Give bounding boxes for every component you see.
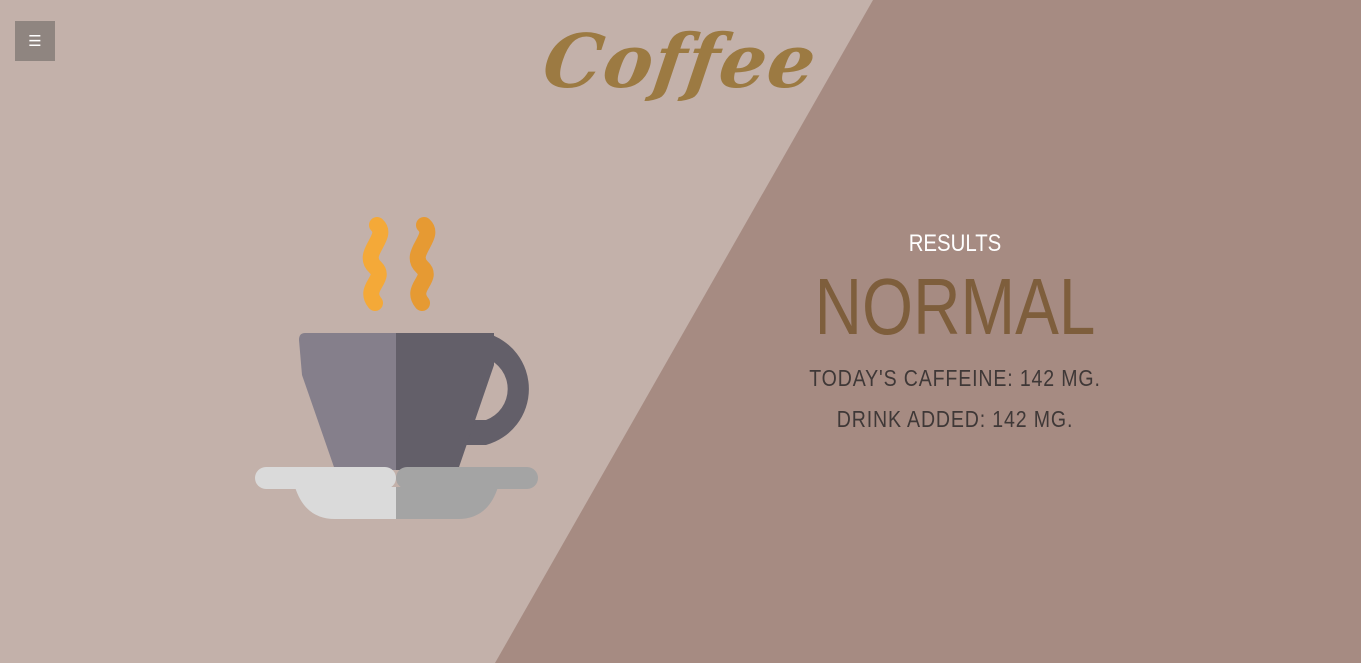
results-label: RESULTS — [908, 230, 1002, 257]
menu-button[interactable]: ☰ — [15, 21, 55, 61]
hamburger-menu-icon: ☰ — [28, 31, 42, 50]
results-panel: RESULTS NORMAL TODAY'S CAFFEINE: 142 MG.… — [755, 230, 1155, 434]
app-title: Coffee — [538, 19, 823, 105]
caffeine-status: NORMAL — [814, 261, 1096, 351]
todays-caffeine-text: TODAY'S CAFFEINE: 142 MG. — [809, 364, 1101, 391]
coffee-cup-icon — [255, 217, 538, 519]
drink-added-text: DRINK ADDED: 142 MG. — [836, 406, 1074, 433]
